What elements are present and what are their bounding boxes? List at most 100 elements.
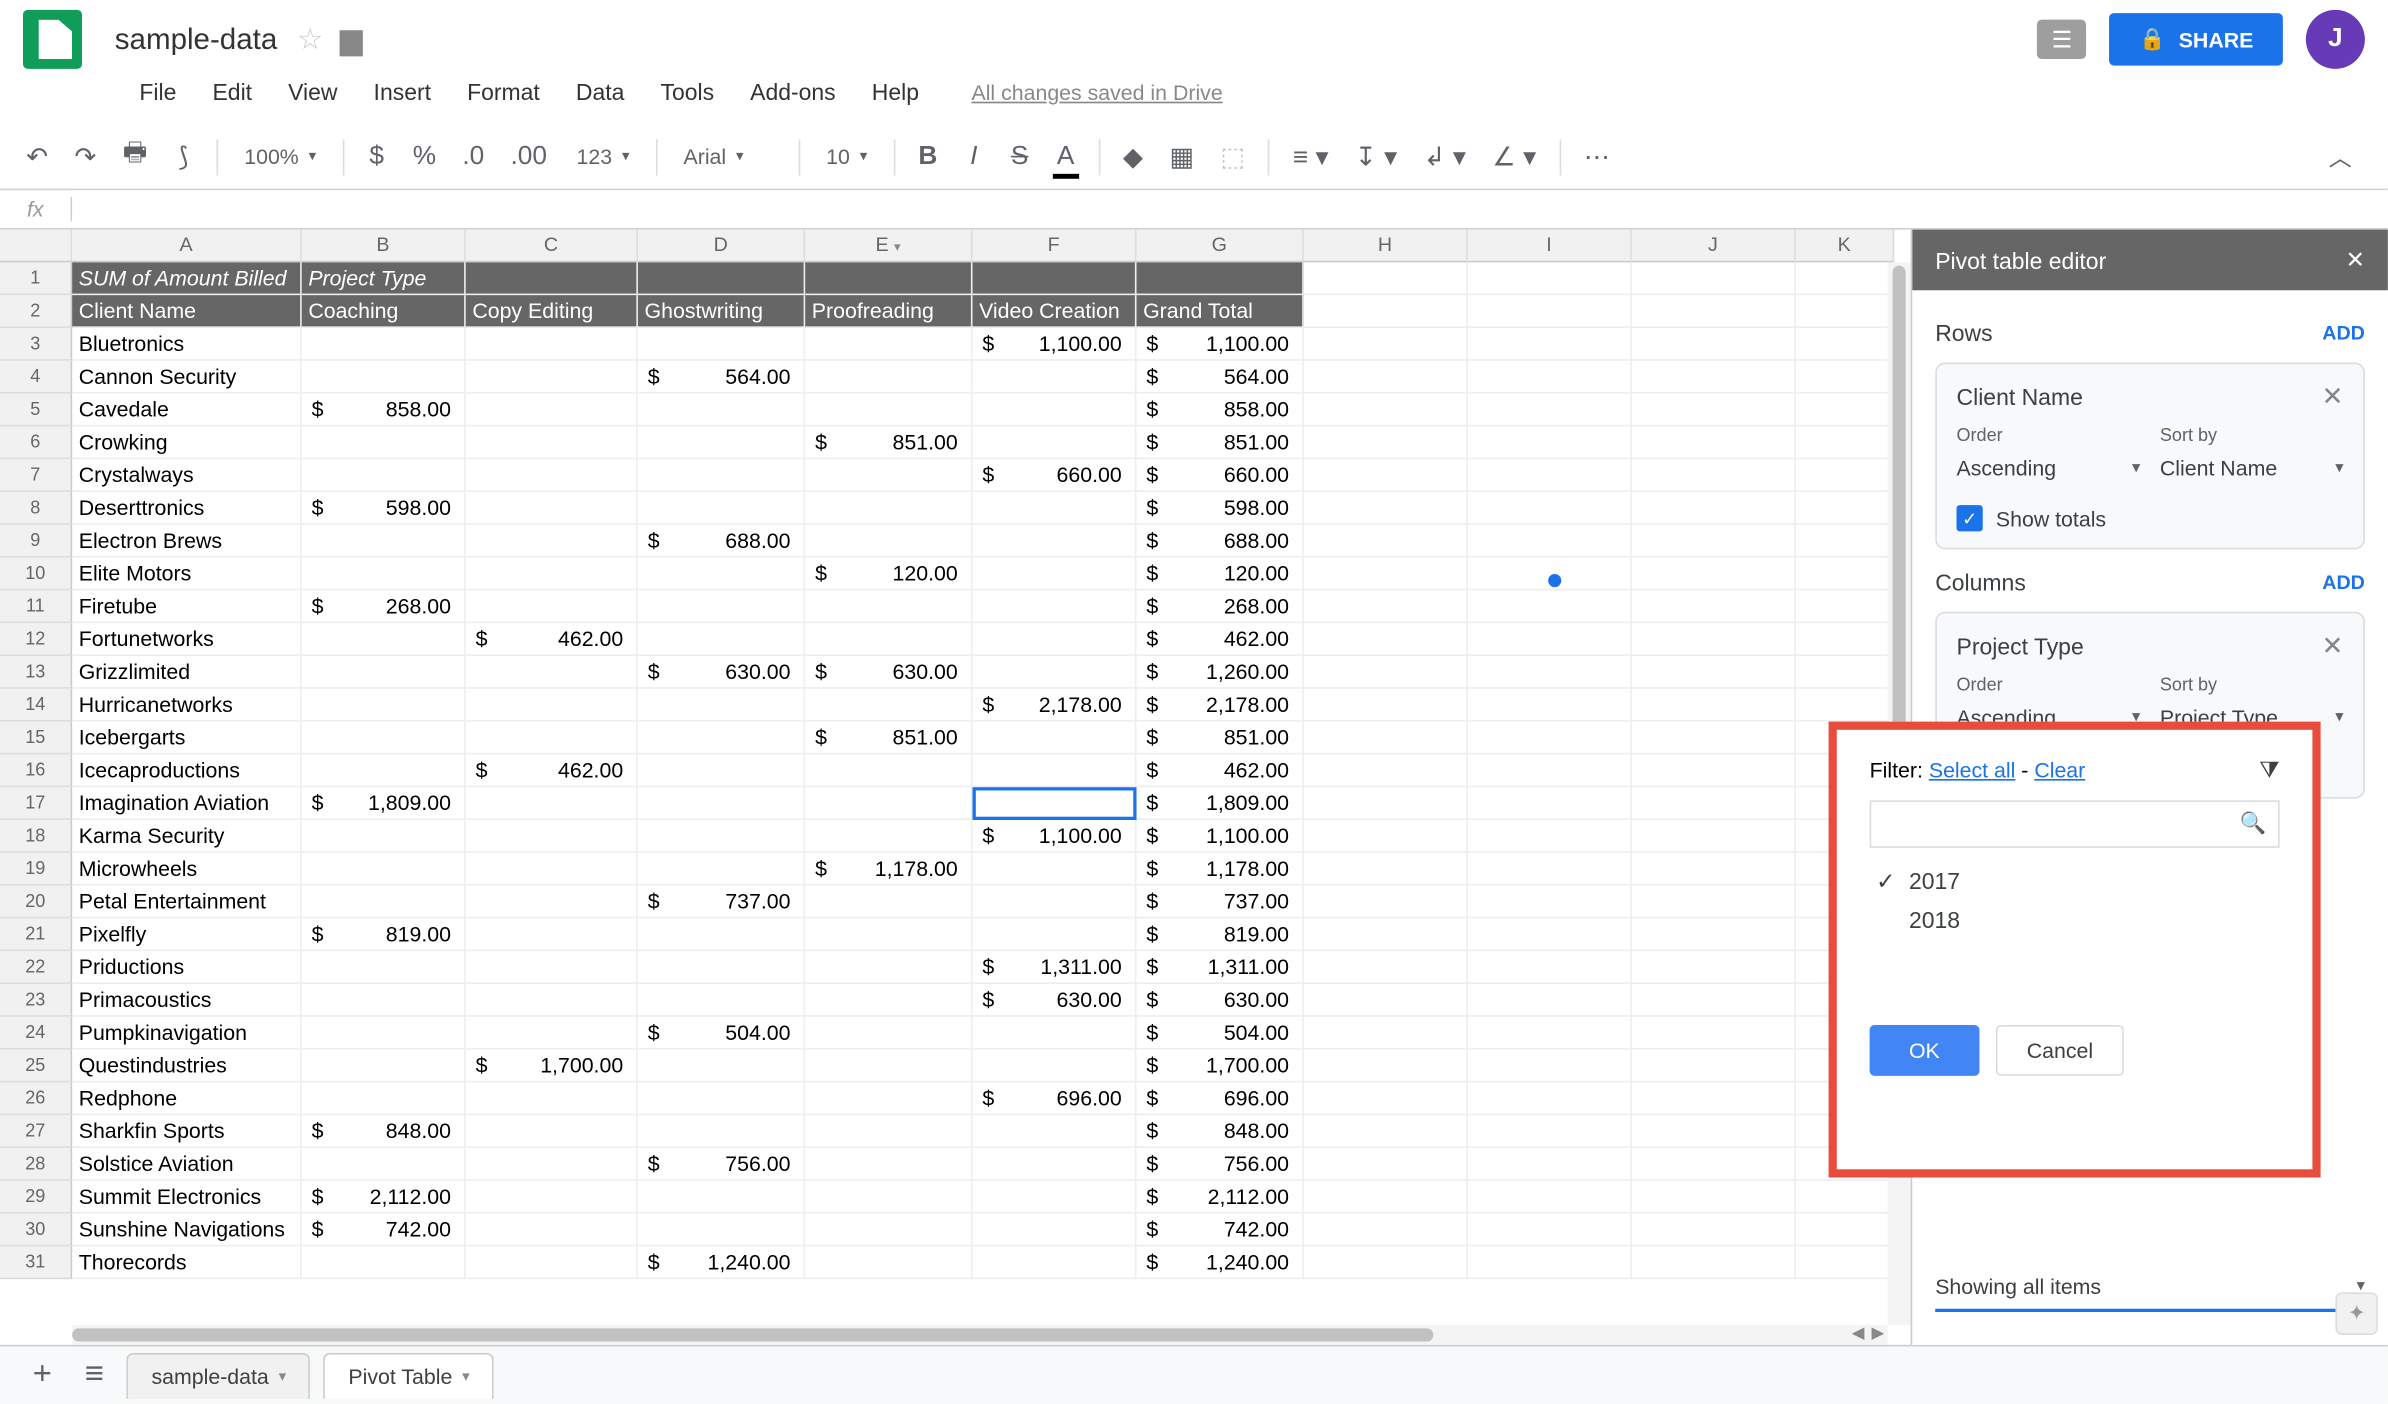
merge-button[interactable]: ⬚ (1211, 134, 1255, 180)
cell[interactable] (1632, 394, 1796, 427)
cell[interactable]: $1,240.00 (638, 1246, 805, 1279)
cell[interactable]: $819.00 (1137, 918, 1304, 951)
cell[interactable] (1632, 1181, 1796, 1214)
cell[interactable] (1796, 656, 1894, 689)
explore-button[interactable]: ✦ (2335, 1292, 2378, 1335)
add-sheet-button[interactable]: + (23, 1353, 62, 1397)
cell[interactable] (466, 558, 638, 591)
cell[interactable] (638, 754, 805, 787)
client-name-cell[interactable]: Bluetronics (72, 328, 302, 361)
cell[interactable] (1796, 361, 1894, 394)
cell[interactable] (638, 262, 805, 295)
cell[interactable] (466, 886, 638, 919)
cell[interactable] (638, 951, 805, 984)
cell[interactable]: $2,178.00 (1137, 689, 1304, 722)
cell[interactable] (1304, 525, 1468, 558)
cell[interactable] (466, 722, 638, 755)
cell[interactable] (638, 820, 805, 853)
redo-button[interactable]: ↷ (65, 134, 107, 180)
cell[interactable]: Ghostwriting (638, 295, 805, 328)
cell[interactable] (1468, 394, 1632, 427)
column-header[interactable]: D (638, 230, 805, 263)
cell[interactable] (638, 1082, 805, 1115)
cell[interactable] (1632, 722, 1796, 755)
row-header[interactable]: 1 (0, 262, 72, 295)
cell[interactable] (1468, 590, 1632, 623)
filter-item[interactable]: 2017 (1870, 861, 2280, 900)
cell[interactable] (805, 1181, 972, 1214)
cell[interactable] (1632, 623, 1796, 656)
client-name-cell[interactable]: Sharkfin Sports (72, 1115, 302, 1148)
cell[interactable] (302, 820, 466, 853)
filter-ok-button[interactable]: OK (1870, 1025, 1980, 1076)
cell[interactable] (1468, 722, 1632, 755)
cell[interactable] (466, 328, 638, 361)
cell[interactable] (1632, 984, 1796, 1017)
spreadsheet-grid[interactable]: ABCDE ▾FGHIJK1SUM of Amount BilledProjec… (0, 230, 1911, 1280)
cell[interactable] (1468, 853, 1632, 886)
client-name-cell[interactable]: Fortunetworks (72, 623, 302, 656)
cell[interactable] (973, 394, 1137, 427)
cell[interactable] (1632, 853, 1796, 886)
client-name-cell[interactable]: Questindustries (72, 1050, 302, 1083)
cell[interactable]: $1,700.00 (466, 1050, 638, 1083)
cell[interactable] (1632, 754, 1796, 787)
cell[interactable]: Grand Total (1137, 295, 1304, 328)
filter-item[interactable]: 2018 (1870, 900, 2280, 939)
cell[interactable] (1632, 328, 1796, 361)
row-header[interactable]: 10 (0, 558, 72, 591)
cell[interactable] (1632, 1050, 1796, 1083)
cell[interactable] (973, 558, 1137, 591)
cell[interactable] (805, 1017, 972, 1050)
cell[interactable] (638, 1050, 805, 1083)
cell[interactable] (1137, 262, 1304, 295)
column-header[interactable]: J (1632, 230, 1796, 263)
cell[interactable]: $598.00 (1137, 492, 1304, 525)
row-header[interactable]: 7 (0, 459, 72, 492)
cell[interactable] (466, 918, 638, 951)
cell[interactable]: $742.00 (302, 1214, 466, 1247)
cell[interactable]: $1,100.00 (973, 820, 1137, 853)
cell[interactable] (638, 623, 805, 656)
cell[interactable] (1468, 1082, 1632, 1115)
cell[interactable] (466, 1181, 638, 1214)
cell[interactable] (302, 656, 466, 689)
cell[interactable] (805, 918, 972, 951)
cell[interactable] (973, 754, 1137, 787)
all-sheets-button[interactable]: ≡ (75, 1353, 114, 1397)
client-name-cell[interactable]: Pixelfly (72, 918, 302, 951)
cell[interactable] (1304, 459, 1468, 492)
cell[interactable]: $851.00 (805, 722, 972, 755)
cell[interactable] (1468, 426, 1632, 459)
column-header[interactable]: B (302, 230, 466, 263)
collapse-toolbar-button[interactable]: ︿ (2309, 134, 2371, 180)
cell[interactable] (302, 1050, 466, 1083)
cell[interactable] (466, 525, 638, 558)
client-name-cell[interactable]: Solstice Aviation (72, 1148, 302, 1181)
cell[interactable] (638, 459, 805, 492)
cell[interactable]: $1,311.00 (973, 951, 1137, 984)
sheets-logo[interactable] (23, 10, 82, 69)
move-folder-icon[interactable]: ▆ (340, 22, 363, 56)
client-name-cell[interactable]: Petal Entertainment (72, 886, 302, 919)
cell[interactable] (805, 1148, 972, 1181)
remove-field-icon[interactable]: ✕ (2322, 630, 2344, 663)
client-name-cell[interactable]: Summit Electronics (72, 1181, 302, 1214)
cell[interactable] (1304, 951, 1468, 984)
cell[interactable] (302, 361, 466, 394)
client-name-cell[interactable]: Karma Security (72, 820, 302, 853)
cell[interactable] (973, 1181, 1137, 1214)
cell[interactable]: $848.00 (302, 1115, 466, 1148)
cell[interactable] (466, 394, 638, 427)
cell[interactable] (1468, 689, 1632, 722)
cell[interactable] (1304, 1050, 1468, 1083)
add-row-field-button[interactable]: ADD (2322, 321, 2365, 344)
cell[interactable] (1468, 492, 1632, 525)
cell[interactable] (1304, 1115, 1468, 1148)
cell[interactable]: $1,178.00 (1137, 853, 1304, 886)
cell[interactable] (1468, 951, 1632, 984)
paint-format-button[interactable]: ⟆ (164, 134, 203, 180)
cell[interactable] (805, 1082, 972, 1115)
halign-button[interactable]: ≡ ▾ (1283, 134, 1338, 180)
fill-color-button[interactable]: ◆ (1113, 134, 1153, 180)
